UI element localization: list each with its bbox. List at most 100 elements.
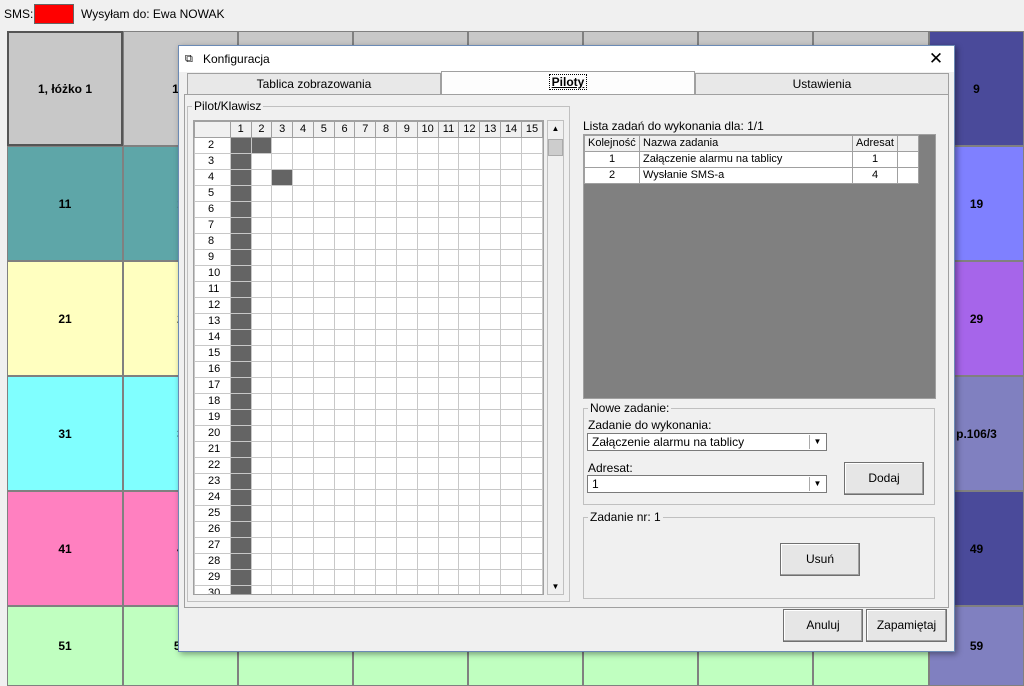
grid-cell[interactable] [458,137,481,154]
task-column-header[interactable]: Kolejność [584,135,640,152]
grid-column-header[interactable]: 10 [416,121,439,138]
grid-cell[interactable] [312,441,335,458]
grid-cell[interactable] [354,553,377,570]
grid-cell[interactable] [458,265,481,282]
grid-cell[interactable] [354,137,377,154]
grid-cell[interactable] [416,457,439,474]
grid-cell[interactable] [333,585,356,594]
grid-cell[interactable] [250,153,273,170]
grid-cell[interactable] [521,425,543,442]
grid-row-header[interactable]: 14 [194,329,231,346]
save-button[interactable]: Zapamiętaj [866,609,947,642]
grid-cell[interactable] [271,265,294,282]
grid-cell[interactable] [312,329,335,346]
grid-cell[interactable] [312,473,335,490]
grid-cell[interactable] [354,425,377,442]
grid-cell[interactable] [458,553,481,570]
grid-cell[interactable] [375,409,397,426]
grid-cell[interactable] [250,313,273,330]
grid-cell[interactable] [375,377,397,394]
grid-cell[interactable] [458,281,481,298]
grid-cell[interactable] [375,185,397,202]
grid-cell[interactable] [395,233,418,250]
grid-cell[interactable] [271,377,294,394]
grid-cell[interactable] [375,153,397,170]
grid-cell[interactable] [521,537,543,554]
grid-cell[interactable] [312,313,335,330]
grid-cell[interactable] [500,393,522,410]
task-column-header[interactable]: Adresat [852,135,898,152]
grid-column-header[interactable]: 13 [479,121,502,138]
grid-cell[interactable] [229,521,252,538]
grid-cell[interactable] [458,233,481,250]
grid-cell[interactable] [479,377,502,394]
grid-cell[interactable] [229,409,252,426]
grid-cell[interactable] [354,233,377,250]
grid-cell[interactable] [354,297,377,314]
grid-row-header[interactable]: 15 [194,345,231,362]
grid-row-header[interactable]: 10 [194,265,231,282]
grid-cell[interactable] [521,441,543,458]
grid-cell[interactable] [521,265,543,282]
grid-cell[interactable] [500,297,522,314]
grid-cell[interactable] [333,361,356,378]
grid-cell[interactable] [229,457,252,474]
grid-cell[interactable] [437,409,460,426]
grid-cell[interactable] [250,537,273,554]
grid-cell[interactable] [292,585,314,594]
grid-row-header[interactable]: 25 [194,505,231,522]
grid-cell[interactable] [312,265,335,282]
grid-cell[interactable] [395,169,418,186]
grid-cell[interactable] [500,233,522,250]
grid-cell[interactable] [229,297,252,314]
grid-cell[interactable] [416,137,439,154]
grid-cell[interactable] [521,185,543,202]
grid-cell[interactable] [354,361,377,378]
close-button[interactable]: ✕ [924,48,948,70]
grid-cell[interactable] [229,393,252,410]
grid-cell[interactable] [312,201,335,218]
grid-cell[interactable] [250,297,273,314]
grid-cell[interactable] [395,137,418,154]
grid-cell[interactable] [395,153,418,170]
grid-cell[interactable] [333,233,356,250]
grid-row-header[interactable]: 28 [194,553,231,570]
grid-cell[interactable] [437,585,460,594]
grid-cell[interactable] [292,553,314,570]
grid-cell[interactable] [292,345,314,362]
grid-row-header[interactable]: 3 [194,153,231,170]
grid-cell[interactable] [416,569,439,586]
grid-cell[interactable] [229,441,252,458]
grid-cell[interactable] [333,153,356,170]
grid-cell[interactable] [500,457,522,474]
grid-cell[interactable] [271,313,294,330]
grid-cell[interactable] [437,377,460,394]
grid-cell[interactable] [271,281,294,298]
grid-cell[interactable] [437,457,460,474]
grid-row-header[interactable]: 24 [194,489,231,506]
grid-cell[interactable] [250,281,273,298]
grid-cell[interactable] [333,313,356,330]
grid-cell[interactable] [292,265,314,282]
grid-row-header[interactable]: 11 [194,281,231,298]
grid-cell[interactable] [229,217,252,234]
grid-cell[interactable] [292,233,314,250]
grid-cell[interactable] [292,441,314,458]
grid-cell[interactable] [354,393,377,410]
grid-cell[interactable] [521,345,543,362]
grid-cell[interactable] [521,169,543,186]
grid-row-header[interactable]: 26 [194,521,231,538]
grid-cell[interactable] [521,409,543,426]
grid-row-header[interactable]: 30 [194,585,231,594]
grid-cell[interactable] [395,457,418,474]
grid-cell[interactable] [354,505,377,522]
grid-cell[interactable] [521,473,543,490]
grid-cell[interactable] [416,153,439,170]
grid-cell[interactable] [229,249,252,266]
grid-cell[interactable] [250,169,273,186]
bed-tile[interactable]: 1, łóżko 1 [7,31,123,146]
grid-cell[interactable] [333,505,356,522]
grid-cell[interactable] [250,217,273,234]
grid-column-header[interactable]: 8 [375,121,397,138]
grid-cell[interactable] [312,585,335,594]
